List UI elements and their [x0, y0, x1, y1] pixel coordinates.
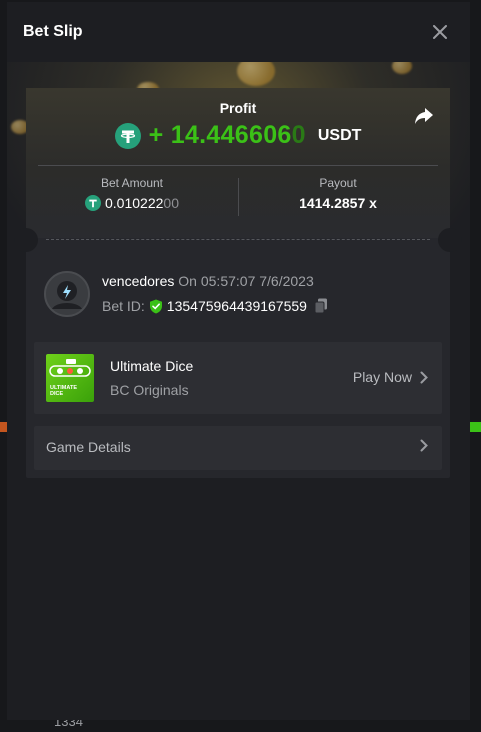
shield-check-icon: [149, 299, 162, 313]
avatar-icon: [46, 273, 88, 315]
bet-user-line: vencedores On 05:57:07 7/6/2023: [102, 273, 314, 289]
bet-card: Profit + 14.4466060 USDT Bet Amount 0.01…: [14, 88, 462, 478]
bet-amount-value: 0.01022200: [32, 195, 232, 211]
profit-sign: +: [148, 121, 164, 149]
ticket-notch-left: [14, 228, 38, 252]
profit-value-main: 14.446606: [170, 121, 292, 149]
payout-stat: Payout 1414.2857 x: [238, 176, 438, 211]
game-thumbnail-title: ULTIMATE DICE: [50, 385, 77, 397]
profit-value: + 14.4466060: [149, 121, 306, 150]
chevron-right-icon: [420, 439, 428, 452]
game-provider: BC Originals: [110, 382, 189, 398]
game-details-row[interactable]: Game Details: [34, 426, 442, 470]
play-now-label: Play Now: [352, 369, 412, 385]
close-button[interactable]: [426, 18, 454, 46]
bet-slip-modal: Bet Slip Profit + 14.4466060 USDT Bet Am…: [7, 2, 470, 720]
game-thumbnail: ULTIMATE DICE: [46, 354, 94, 402]
usdt-icon: [114, 122, 141, 149]
profit-value-faded: 0: [291, 121, 306, 149]
share-icon: [415, 108, 433, 124]
bet-time: 05:57:07 7/6/2023: [200, 273, 314, 289]
bet-id: 135475964439167559: [166, 298, 307, 314]
payout-label: Payout: [319, 176, 357, 190]
close-icon: [433, 25, 447, 39]
copy-icon: [314, 298, 327, 314]
ticket-notch-right: [438, 228, 462, 252]
game-card[interactable]: ULTIMATE DICE Ultimate Dice BC Originals…: [34, 342, 442, 414]
avatar[interactable]: [44, 271, 90, 317]
chevron-right-icon: [420, 371, 428, 383]
profit-currency: USDT: [317, 126, 362, 144]
play-now-button[interactable]: Play Now: [353, 369, 428, 385]
modal-header: Bet Slip: [7, 2, 470, 62]
bet-amount-stat: Bet Amount 0.01022200: [32, 176, 232, 211]
modal-title: Bet Slip: [23, 23, 83, 40]
username[interactable]: vencedores: [102, 273, 174, 289]
background-bar-right: [470, 422, 481, 432]
game-name: Ultimate Dice: [110, 358, 194, 374]
payout-value: 1414.2857 x: [299, 195, 377, 211]
bet-info: vencedores On 05:57:07 7/6/2023 Bet ID: …: [44, 271, 434, 319]
profit-label: Profit: [219, 100, 257, 116]
bet-id-line: Bet ID: 135475964439167559: [102, 298, 328, 314]
bet-on-label: On: [178, 273, 197, 289]
bet-amount-label: Bet Amount: [100, 176, 164, 190]
background-bar-left: [0, 422, 7, 432]
game-details-label: Game Details: [46, 439, 131, 455]
ticket-tear-line: [46, 239, 430, 240]
bet-amount-main: 0.010222: [105, 195, 164, 211]
bet-amount-faded: 00: [163, 195, 179, 211]
share-button[interactable]: [412, 104, 436, 128]
bet-id-label: Bet ID:: [102, 298, 145, 314]
profit-divider: [38, 165, 438, 166]
usdt-icon: [85, 195, 101, 211]
copy-button[interactable]: [314, 298, 328, 314]
profit-row: + 14.4466060 USDT: [26, 121, 450, 150]
